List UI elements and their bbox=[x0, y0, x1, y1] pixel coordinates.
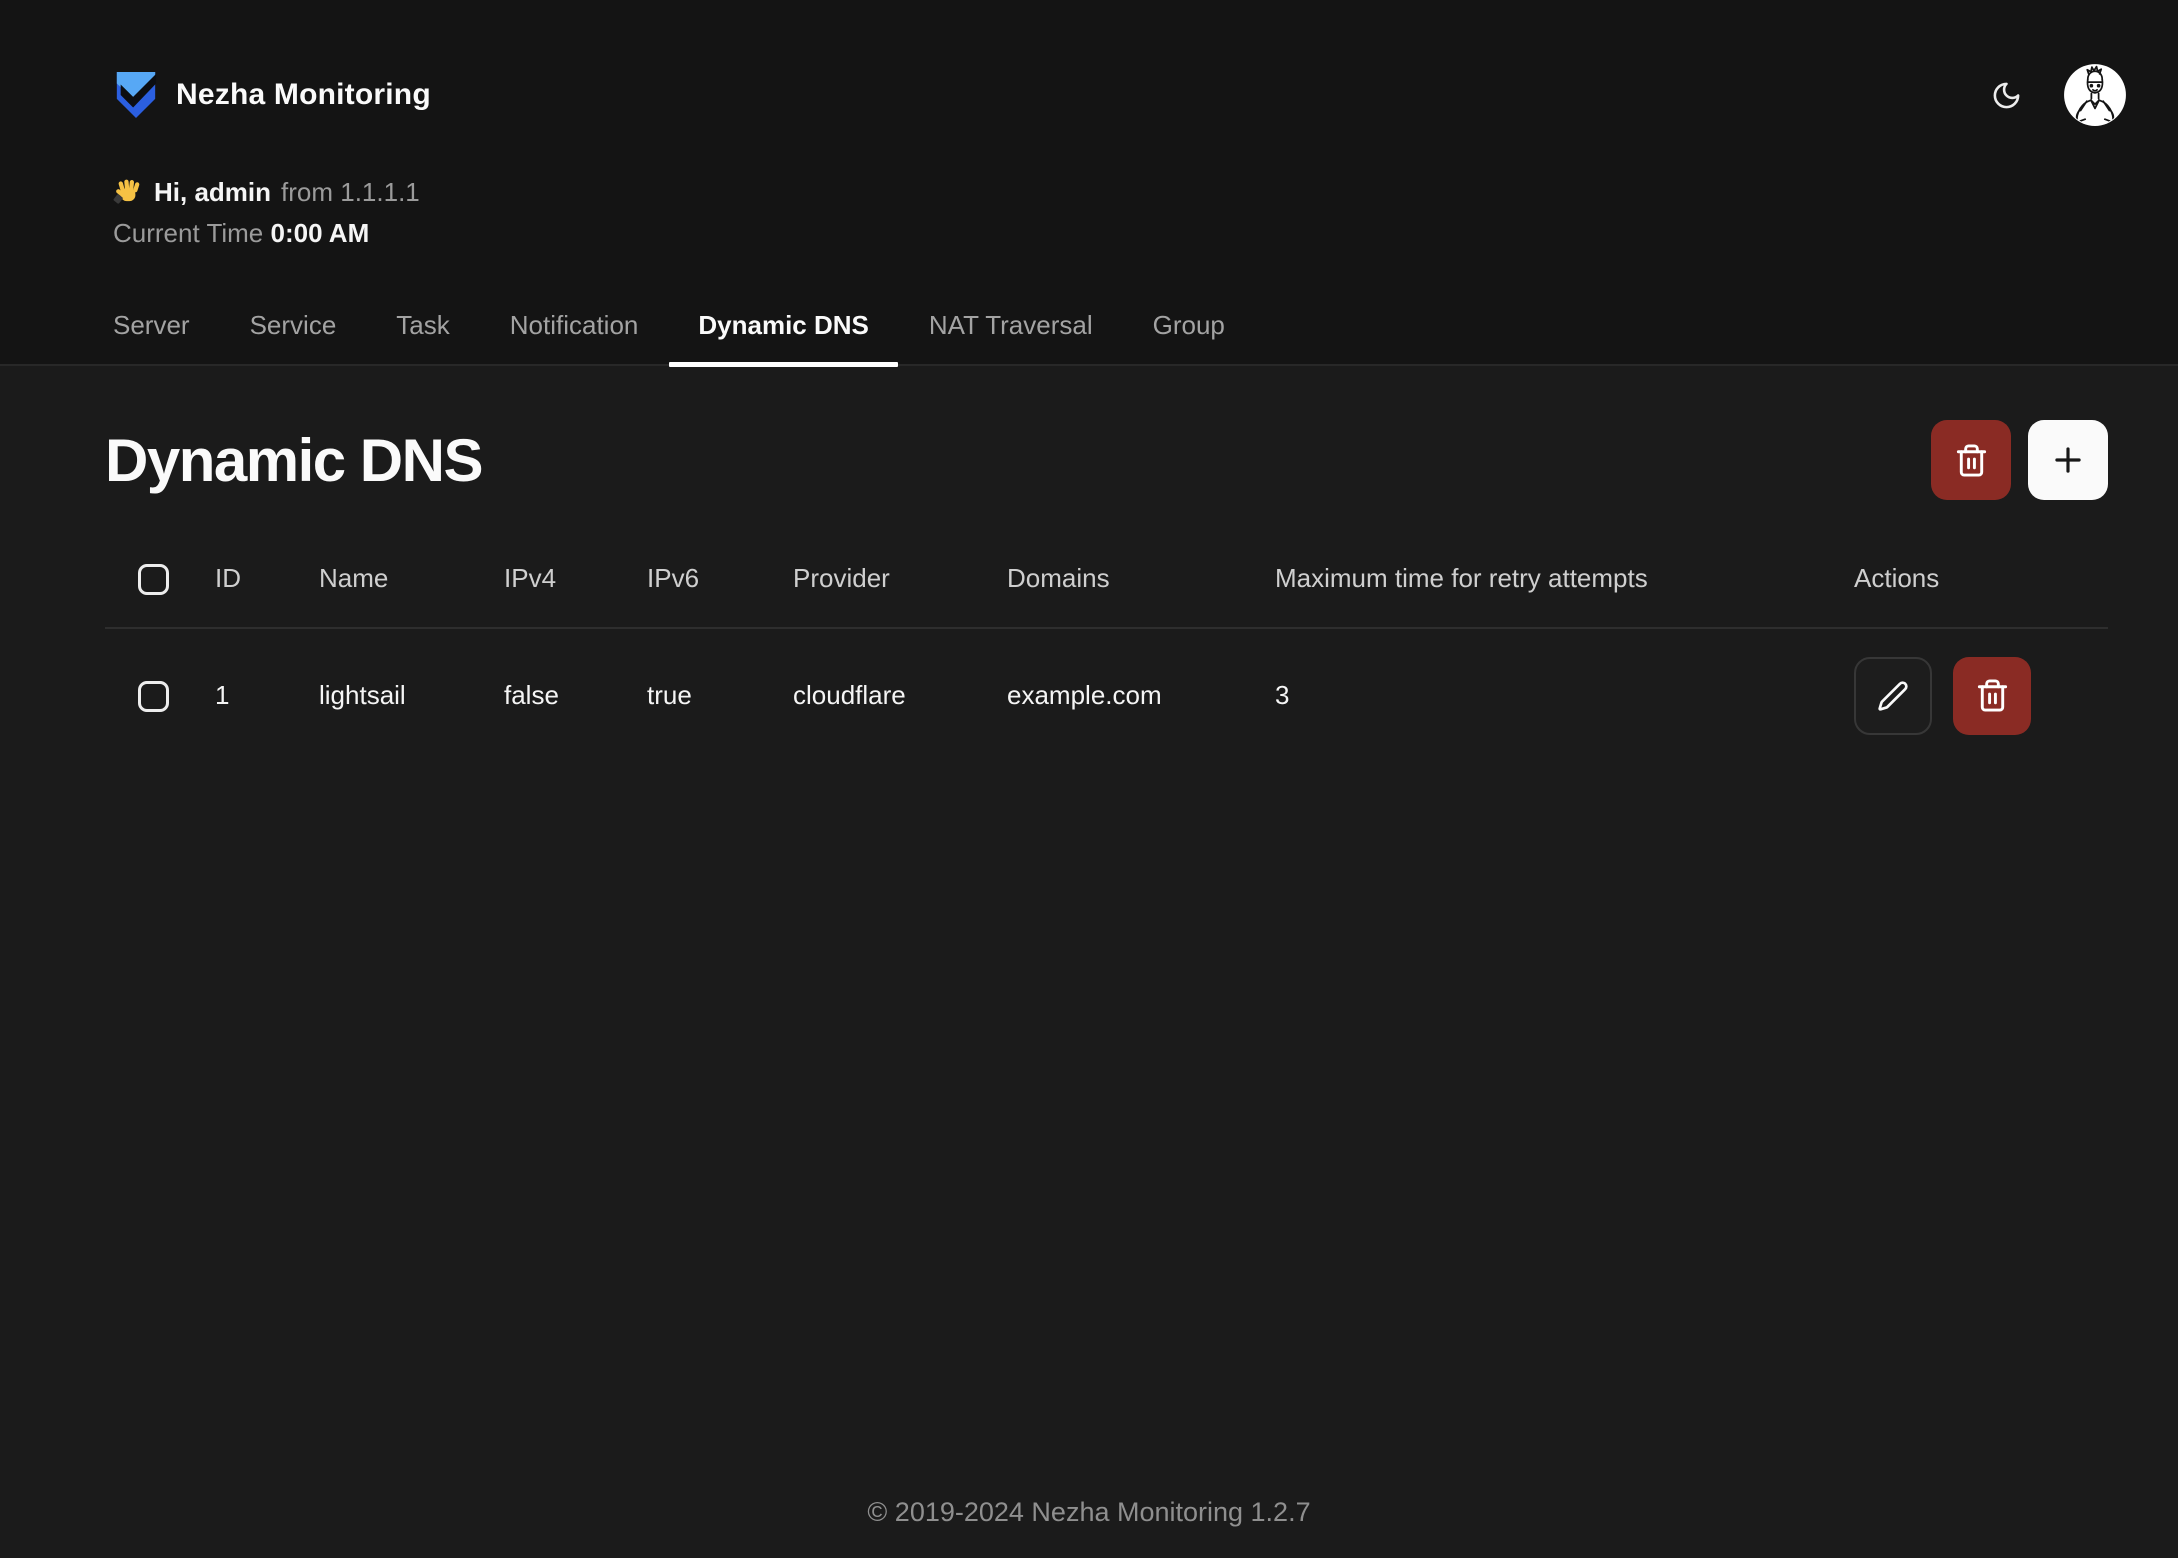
cell-max-retry: 3 bbox=[1275, 628, 1854, 763]
title-row: Dynamic DNS bbox=[105, 420, 2108, 500]
footer-copyright: © 2019-2024 Nezha Monitoring 1.2.7 bbox=[0, 1497, 2178, 1528]
tab-task[interactable]: Task bbox=[366, 310, 479, 364]
nezha-logo-icon bbox=[113, 70, 159, 120]
page-title: Dynamic DNS bbox=[105, 426, 482, 495]
column-header-ipv4: IPv4 bbox=[504, 526, 647, 628]
wave-hand-icon bbox=[113, 177, 144, 208]
pencil-icon bbox=[1877, 680, 1909, 712]
tab-nat-traversal[interactable]: NAT Traversal bbox=[899, 310, 1123, 364]
tab-notification[interactable]: Notification bbox=[480, 310, 669, 364]
current-time-line: Current Time 0:00 AM bbox=[113, 213, 2178, 254]
tab-service[interactable]: Service bbox=[220, 310, 367, 364]
cell-provider: cloudflare bbox=[793, 628, 1007, 763]
delete-row-button[interactable] bbox=[1953, 657, 2031, 735]
toolbar bbox=[1931, 420, 2108, 500]
plus-icon bbox=[2049, 441, 2087, 479]
cell-domains: example.com bbox=[1007, 628, 1275, 763]
tab-group[interactable]: Group bbox=[1123, 310, 1255, 364]
select-all-checkbox[interactable] bbox=[138, 564, 169, 595]
column-header-provider: Provider bbox=[793, 526, 1007, 628]
add-record-button[interactable] bbox=[2028, 420, 2108, 500]
cell-id: 1 bbox=[215, 628, 319, 763]
trash-icon bbox=[1975, 678, 2010, 713]
table-header-row: ID Name IPv4 IPv6 Provider Domains Maxim… bbox=[105, 526, 2108, 628]
column-header-id: ID bbox=[215, 526, 319, 628]
row-checkbox[interactable] bbox=[138, 681, 169, 712]
current-time-label: Current Time bbox=[113, 218, 263, 248]
edit-row-button[interactable] bbox=[1854, 657, 1932, 735]
table-row: 1 lightsail false true cloudflare exampl… bbox=[105, 628, 2108, 763]
column-header-actions: Actions bbox=[1854, 526, 2108, 628]
column-header-max-retry: Maximum time for retry attempts bbox=[1275, 526, 1854, 628]
user-avatar[interactable] bbox=[2062, 62, 2128, 128]
delete-selected-button[interactable] bbox=[1931, 420, 2011, 500]
current-time-value: 0:00 AM bbox=[271, 218, 370, 248]
nav-tabs: Server Service Task Notification Dynamic… bbox=[83, 310, 1255, 364]
greeting-from: from 1.1.1.1 bbox=[281, 172, 420, 213]
row-actions bbox=[1854, 657, 2108, 735]
greeting-line: Hi, admin from 1.1.1.1 bbox=[113, 172, 2178, 213]
greeting-hello: Hi, admin bbox=[154, 172, 271, 213]
trash-icon bbox=[1954, 443, 1989, 478]
cell-ipv6: true bbox=[647, 628, 793, 763]
ddns-table: ID Name IPv4 IPv6 Provider Domains Maxim… bbox=[105, 526, 2108, 763]
brand-name: Nezha Monitoring bbox=[176, 78, 431, 112]
topbar-right bbox=[1991, 62, 2128, 128]
column-header-ipv6: IPv6 bbox=[647, 526, 793, 628]
cell-ipv4: false bbox=[504, 628, 647, 763]
main-content: Dynamic DNS bbox=[0, 420, 2178, 763]
cell-name: lightsail bbox=[319, 628, 504, 763]
tab-server[interactable]: Server bbox=[83, 310, 220, 364]
tab-dynamic-dns[interactable]: Dynamic DNS bbox=[668, 310, 899, 364]
topbar: Nezha Monitoring bbox=[0, 0, 2178, 128]
app-header: Nezha Monitoring bbox=[0, 0, 2178, 366]
column-header-domains: Domains bbox=[1007, 526, 1275, 628]
brand: Nezha Monitoring bbox=[113, 70, 431, 120]
greeting-block: Hi, admin from 1.1.1.1 Current Time 0:00… bbox=[0, 172, 2178, 254]
theme-toggle-moon-icon[interactable] bbox=[1991, 80, 2022, 111]
column-header-name: Name bbox=[319, 526, 504, 628]
